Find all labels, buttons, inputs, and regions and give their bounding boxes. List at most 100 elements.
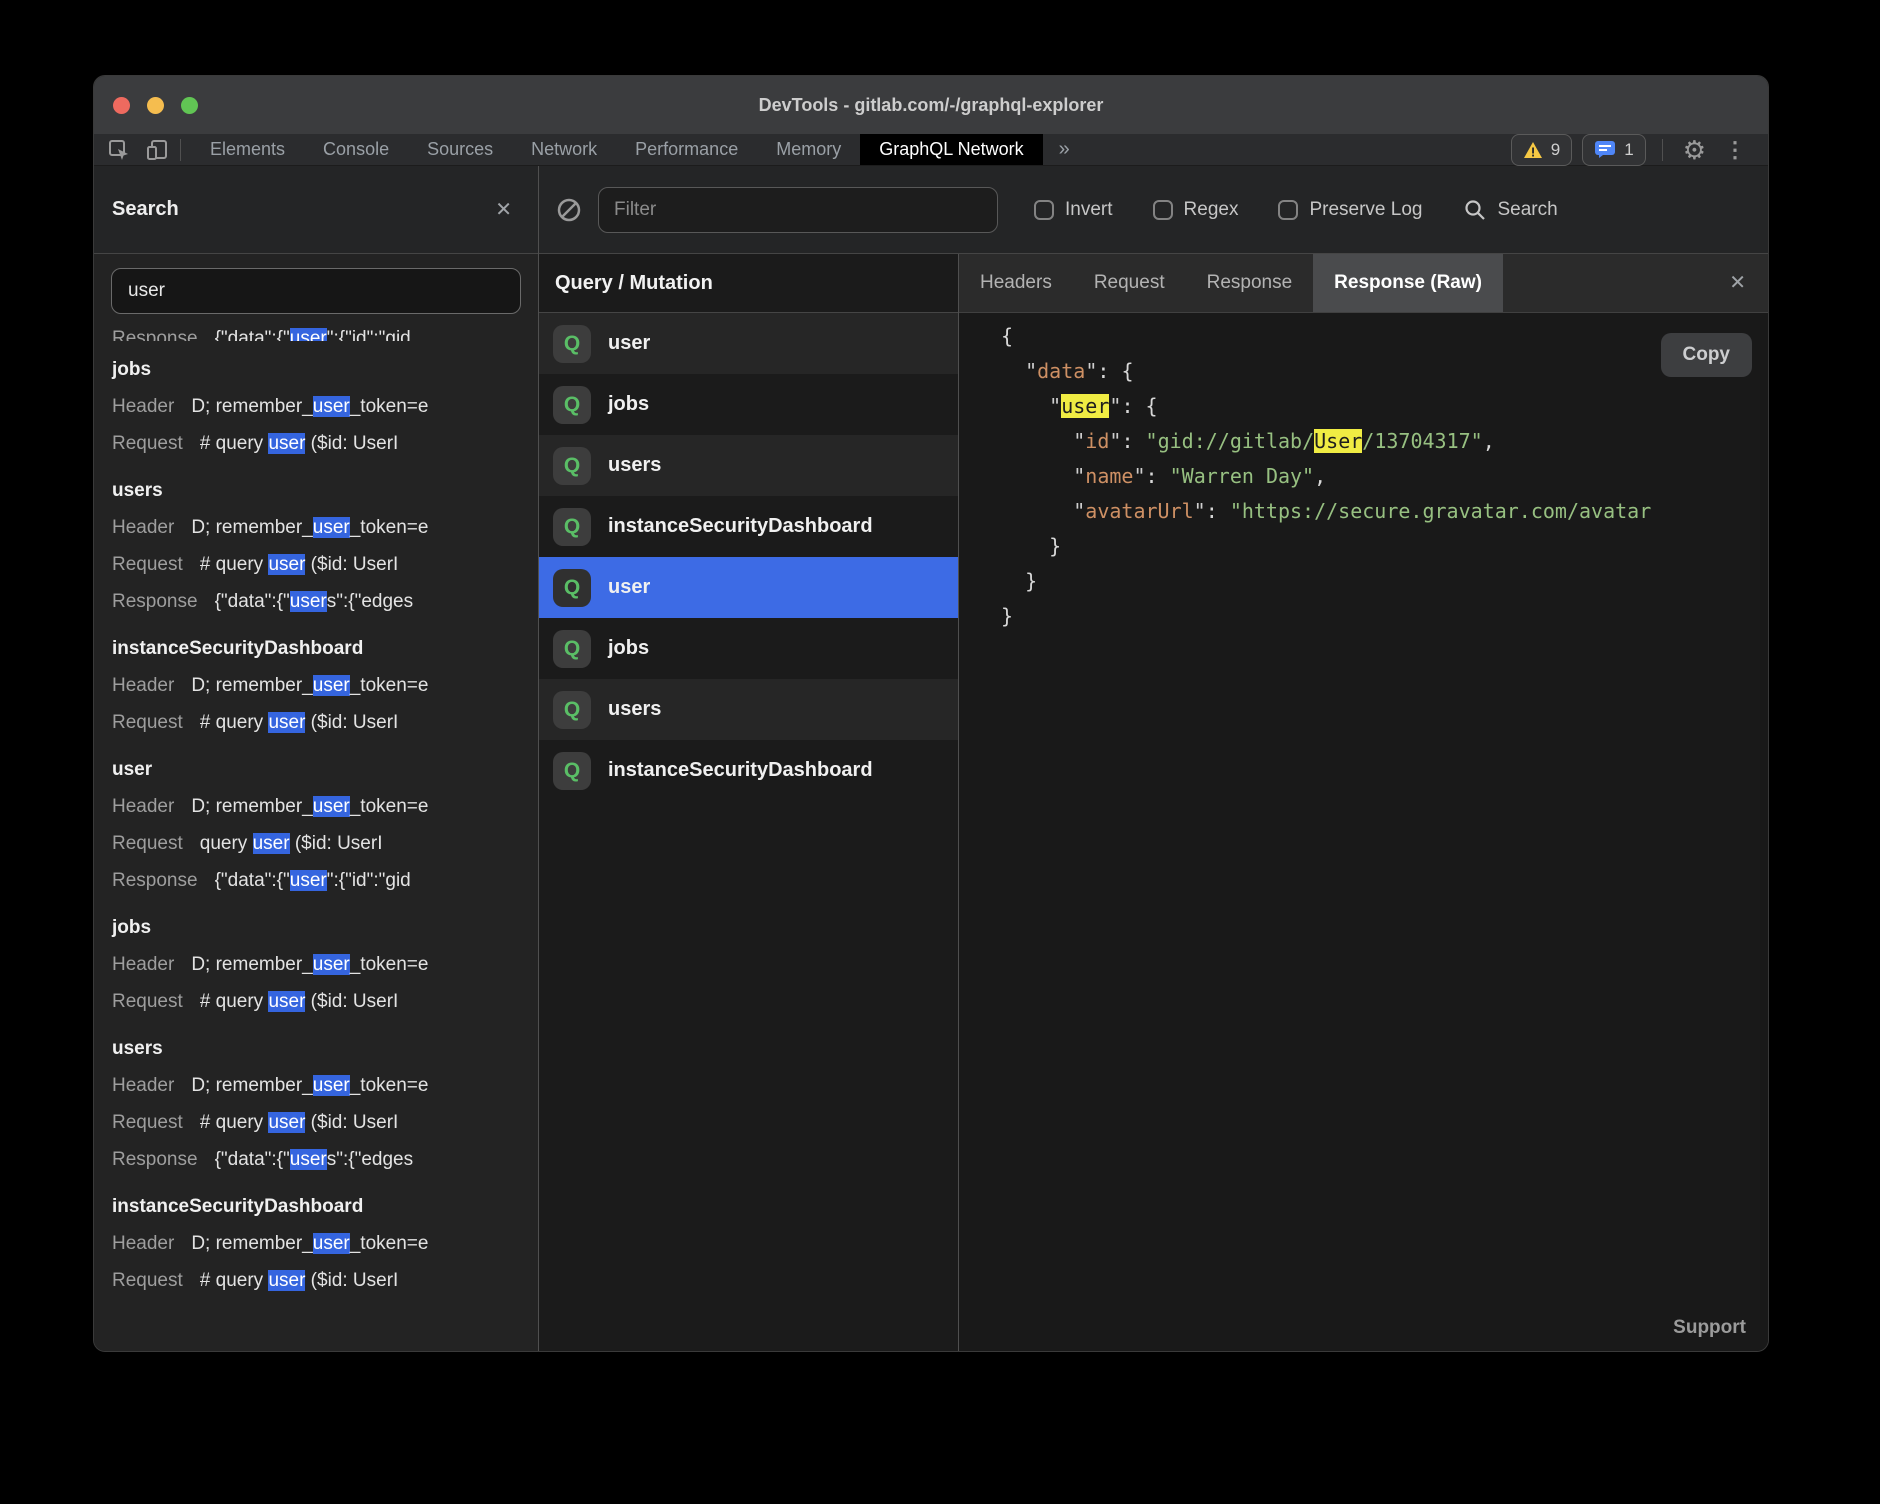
search-match-highlight: user — [253, 833, 290, 854]
result-line[interactable]: Header D; remember_user_token=e — [112, 1225, 538, 1262]
result-line[interactable]: Request# query user ($id: UserI — [112, 425, 538, 462]
result-line[interactable]: HeaderD; remember_user_token=e — [112, 667, 538, 704]
result-line[interactable]: Response{"data":{"user":{"id":"gid — [112, 320, 538, 341]
search-result-section: Response{"data":{"user":{"id":"gid — [112, 320, 538, 341]
checkbox-invert[interactable]: Invert — [1034, 199, 1113, 221]
detail-panel: HeadersRequestResponseResponse (Raw) ✕ C… — [959, 254, 1768, 1352]
search-match-highlight: user — [1061, 394, 1109, 418]
search-match-highlight: user — [290, 870, 327, 891]
tab-performance[interactable]: Performance — [616, 134, 757, 165]
detail-tab-headers[interactable]: Headers — [959, 254, 1073, 312]
device-toolbar-icon[interactable] — [144, 137, 170, 163]
query-row-jobs[interactable]: Qjobs — [539, 374, 958, 435]
query-row-instancesecuritydashboard[interactable]: QinstanceSecurityDashboard — [539, 496, 958, 557]
result-line[interactable]: HeaderD; remember_user_token=e — [112, 1067, 538, 1104]
json-token: " — [1073, 429, 1085, 453]
checkbox-regex[interactable]: Regex — [1153, 199, 1239, 221]
result-line-content: D; remember_user_token=e — [191, 1225, 428, 1262]
result-text: D; remember_ — [191, 1075, 312, 1096]
inspect-element-icon[interactable] — [106, 137, 132, 163]
json-line: "name": "Warren Day", — [1001, 459, 1768, 494]
result-line[interactable]: HeaderD; remember_user_token=e — [112, 388, 538, 425]
query-type-icon: Q — [553, 752, 591, 790]
search-match-highlight: user — [313, 1075, 350, 1096]
result-line-content: D; remember_user_token=e — [191, 388, 428, 425]
result-line[interactable]: Request# query user ($id: UserI — [112, 546, 538, 583]
query-row-users[interactable]: Qusers — [539, 435, 958, 496]
json-token: " — [1194, 499, 1206, 523]
tab-elements[interactable]: Elements — [191, 134, 304, 165]
fullscreen-window-button[interactable] — [181, 97, 198, 114]
result-line[interactable]: Response{"data":{"users":{"edges — [112, 583, 538, 620]
result-text: {"data":{" — [215, 870, 290, 891]
more-options-icon[interactable]: ⋮ — [1716, 137, 1754, 163]
result-heading: users — [112, 472, 538, 509]
query-panel-title: Query / Mutation — [539, 254, 958, 313]
settings-gear-icon[interactable]: ⚙ — [1673, 137, 1716, 163]
result-line[interactable]: Request# query user ($id: UserI — [112, 1262, 538, 1299]
query-type-icon: Q — [553, 630, 591, 668]
minimize-window-button[interactable] — [147, 97, 164, 114]
result-line[interactable]: Request# query user ($id: UserI — [112, 983, 538, 1020]
query-type-icon: Q — [553, 325, 591, 363]
checkbox-preserve-log[interactable]: Preserve Log — [1278, 199, 1422, 221]
json-token: data — [1037, 359, 1085, 383]
query-list: QuserQjobsQusersQinstanceSecurityDashboa… — [539, 313, 958, 1352]
window-titlebar: DevTools - gitlab.com/-/graphql-explorer — [94, 76, 1768, 134]
close-detail-panel-icon[interactable]: ✕ — [1729, 273, 1746, 293]
result-line[interactable]: HeaderD; remember_user_token=e — [112, 946, 538, 983]
result-line[interactable]: Response{"data":{"user":{"id":"gid — [112, 862, 538, 899]
search-input[interactable] — [111, 268, 521, 314]
checkbox-label: Invert — [1065, 199, 1113, 221]
result-text: query — [200, 833, 253, 854]
query-row-user[interactable]: Quser — [539, 557, 958, 618]
result-line[interactable]: Request# query user ($id: UserI — [112, 1104, 538, 1141]
detail-tab-response[interactable]: Response — [1186, 254, 1314, 312]
tab-network[interactable]: Network — [512, 134, 616, 165]
tab-memory[interactable]: Memory — [757, 134, 860, 165]
query-row-user[interactable]: Quser — [539, 313, 958, 374]
json-token: " — [1073, 464, 1085, 488]
result-line[interactable]: Requestquery user ($id: UserI — [112, 825, 538, 862]
filter-search-button[interactable]: Search — [1464, 199, 1557, 221]
result-line-label: Header — [112, 509, 174, 546]
tab-console[interactable]: Console — [304, 134, 408, 165]
result-line[interactable]: Response{"data":{"users":{"edges — [112, 1141, 538, 1178]
support-link[interactable]: Support — [1673, 1317, 1746, 1339]
query-row-jobs[interactable]: Qjobs — [539, 618, 958, 679]
tab-sources[interactable]: Sources — [408, 134, 512, 165]
detail-tab-response-raw[interactable]: Response (Raw) — [1313, 254, 1503, 312]
result-line[interactable]: HeaderD; remember_user_token=e — [112, 788, 538, 825]
detail-tab-request[interactable]: Request — [1073, 254, 1186, 312]
block-requests-icon[interactable] — [556, 197, 582, 223]
result-line-content: # query user ($id: UserI — [200, 1262, 399, 1299]
warning-count: 9 — [1551, 140, 1560, 160]
json-token: , — [1483, 429, 1495, 453]
copy-button[interactable]: Copy — [1661, 333, 1753, 377]
result-text: D; remember_ — [191, 517, 312, 538]
result-line-label: Request — [112, 704, 183, 741]
result-line-content: D; remember_user_token=e — [191, 788, 428, 825]
devtools-tab-strip: ElementsConsoleSourcesNetworkPerformance… — [191, 134, 860, 165]
tab-graphql-network[interactable]: GraphQL Network — [860, 134, 1042, 165]
window-controls — [113, 76, 198, 134]
close-window-button[interactable] — [113, 97, 130, 114]
close-search-panel-icon[interactable]: ✕ — [495, 200, 512, 220]
result-line-label: Header — [112, 1225, 174, 1262]
result-line-content: D; remember_user_token=e — [191, 1067, 428, 1104]
warnings-badge[interactable]: 9 — [1511, 134, 1572, 166]
result-line-label: Header — [112, 946, 174, 983]
result-line[interactable]: Request# query user ($id: UserI — [112, 704, 538, 741]
query-row-instancesecuritydashboard[interactable]: QinstanceSecurityDashboard — [539, 740, 958, 801]
json-line: "id": "gid://gitlab/User/13704317", — [1001, 424, 1768, 459]
devtools-window: DevTools - gitlab.com/-/graphql-explorer… — [93, 75, 1769, 1352]
filter-input[interactable] — [598, 187, 998, 233]
search-panel-title: Search — [112, 198, 179, 221]
query-row-users[interactable]: Qusers — [539, 679, 958, 740]
more-tabs-button[interactable]: » — [1043, 138, 1086, 161]
filter-checkboxes: Invert Regex Preserve Log — [1034, 199, 1422, 221]
result-line[interactable]: HeaderD; remember_user_token=e — [112, 509, 538, 546]
issues-badge[interactable]: 1 — [1582, 134, 1645, 166]
result-heading: jobs — [112, 351, 538, 388]
json-token — [1001, 359, 1025, 383]
